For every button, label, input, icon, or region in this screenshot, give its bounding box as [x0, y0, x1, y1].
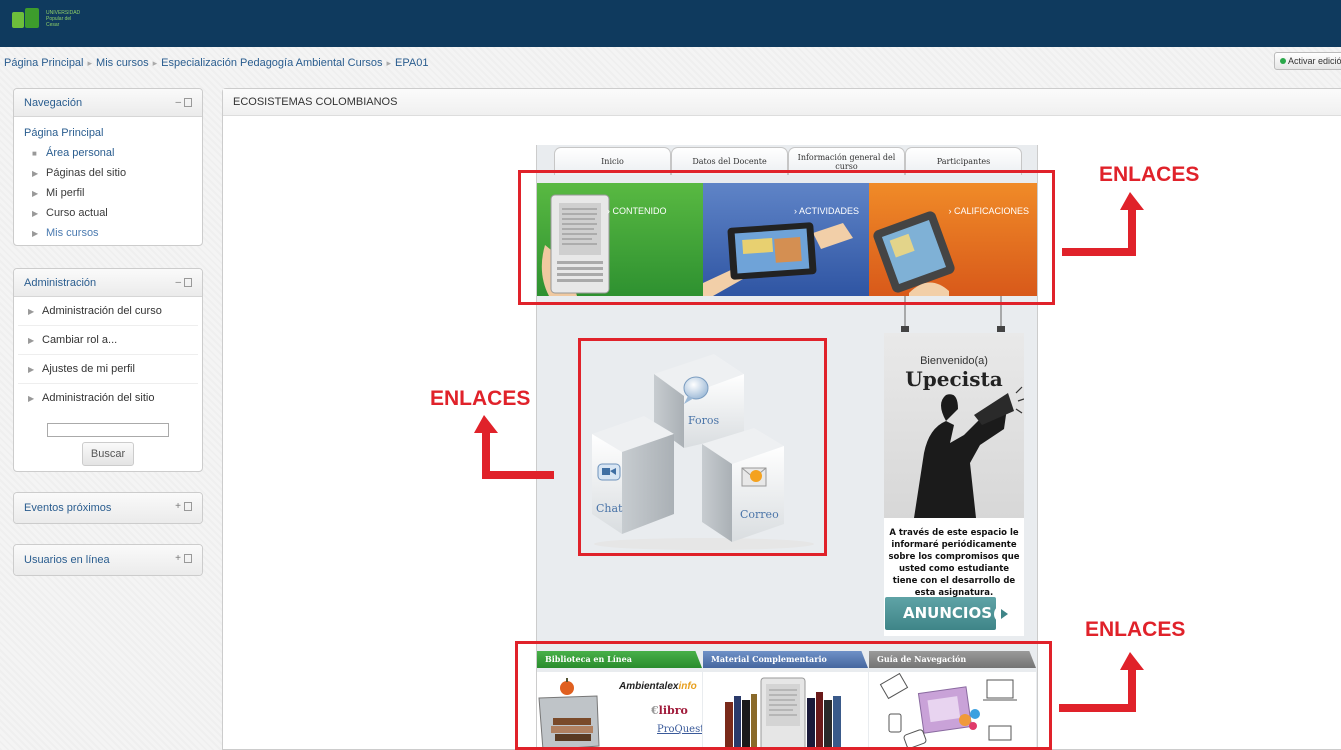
block-controls: –	[175, 97, 192, 108]
navigation-block-header[interactable]: Navegación –	[14, 89, 202, 117]
expand-arrow-icon: ▶	[32, 209, 39, 218]
expand-icon[interactable]: +	[175, 553, 181, 564]
online-users-block: Usuarios en línea +	[13, 544, 203, 576]
upcoming-events-block-header[interactable]: Eventos próximos +	[14, 493, 202, 523]
admin-search: Buscar	[14, 413, 202, 466]
expand-arrow-icon: ▶	[32, 169, 39, 178]
annotation-arrow-bottom-icon	[1059, 652, 1144, 712]
admin-item-profile-settings[interactable]: ▶ Ajustes de mi perfil	[18, 355, 198, 384]
administration-block: Administración – ▶ Administración del cur…	[13, 268, 203, 472]
anuncios-label: ANUNCIOS	[903, 604, 993, 622]
annotation-label-bottom: ENLACES	[1085, 618, 1186, 641]
breadcrumb-separator-icon: ▸	[87, 58, 93, 68]
admin-item-label: Ajustes de mi perfil	[42, 363, 135, 375]
annotation-arrow-top-icon	[1062, 192, 1144, 256]
nav-item-current-course[interactable]: ▶ Curso actual	[24, 203, 192, 223]
status-dot-icon	[1280, 58, 1286, 64]
breadcrumb-category[interactable]: Especialización Pedagogía Ambiental Curs…	[161, 57, 382, 69]
nav-item-label: Área personal	[46, 147, 115, 159]
highlight-box-resources	[515, 641, 1052, 750]
announcements-poster: Bienvenido(a) Upecista A través de este …	[884, 333, 1024, 636]
top-bar: UNIVERSIDAD Popular del Cesar	[0, 0, 1341, 47]
block-controls: –	[175, 277, 192, 288]
admin-search-input[interactable]	[47, 423, 169, 437]
admin-item-label: Administración del curso	[42, 305, 162, 317]
annotation-label-top: ENLACES	[1099, 163, 1200, 186]
online-users-block-title: Usuarios en línea	[24, 554, 110, 566]
expand-arrow-icon: ▶	[28, 365, 35, 374]
turn-editing-on-button[interactable]: Activar edición	[1274, 52, 1341, 70]
breadcrumb-course[interactable]: EPA01	[395, 57, 428, 69]
admin-item-course-administration[interactable]: ▶ Administración del curso	[18, 297, 198, 326]
nav-item-site-pages[interactable]: ▶ Páginas del sitio	[24, 163, 192, 183]
play-icon	[994, 605, 1012, 623]
search-button[interactable]: Buscar	[82, 442, 134, 466]
admin-item-site-administration[interactable]: ▶ Administración del sitio	[18, 384, 198, 413]
nav-item-home[interactable]: Página Principal	[24, 123, 192, 143]
poster-image: Bienvenido(a) Upecista	[884, 333, 1024, 518]
expand-arrow-icon: ▶	[28, 394, 35, 403]
upcoming-events-block-title: Eventos próximos	[24, 502, 112, 514]
nav-item-label: Mi perfil	[46, 187, 85, 199]
nav-item-my-profile[interactable]: ▶ Mi perfil	[24, 183, 192, 203]
admin-item-label: Cambiar rol a...	[42, 334, 118, 346]
breadcrumb: Página Principal ▸ Mis cursos ▸ Especializac…	[4, 57, 428, 69]
expand-arrow-icon: ▶	[32, 229, 39, 238]
breadcrumb-separator-icon: ▸	[152, 58, 158, 68]
logo-text: UNIVERSIDAD Popular del Cesar	[46, 10, 81, 28]
dock-icon[interactable]	[184, 277, 192, 287]
expand-arrow-icon: ▶	[28, 307, 35, 316]
square-bullet-icon: ■	[32, 149, 37, 158]
expand-arrow-icon: ▶	[32, 189, 39, 198]
nav-item-label: Páginas del sitio	[46, 167, 127, 179]
expand-arrow-icon: ▶	[28, 336, 35, 345]
breadcrumb-separator-icon: ▸	[386, 58, 392, 68]
breadcrumb-my-courses[interactable]: Mis cursos	[96, 57, 149, 69]
breadcrumb-home[interactable]: Página Principal	[4, 57, 84, 69]
course-section-title: ECOSISTEMAS COLOMBIANOS	[223, 89, 1341, 116]
nav-item-my-courses[interactable]: ▶ Mis cursos	[24, 223, 192, 243]
nav-item-label: Curso actual	[46, 207, 108, 219]
university-logo[interactable]: UNIVERSIDAD Popular del Cesar	[12, 8, 86, 30]
collapse-icon[interactable]: –	[175, 277, 181, 288]
highlight-box-banners	[518, 170, 1055, 305]
dock-icon[interactable]	[184, 553, 192, 563]
nav-item-dashboard[interactable]: ■ Área personal	[24, 143, 192, 163]
admin-item-label: Administración del sitio	[42, 392, 155, 404]
block-controls: +	[175, 501, 192, 512]
collapse-icon[interactable]: –	[175, 97, 181, 108]
highlight-box-communication	[578, 338, 827, 556]
poster-message: A través de este espacio le informaré pe…	[888, 528, 1020, 598]
nav-item-label: Mis cursos	[46, 227, 99, 239]
online-users-block-header[interactable]: Usuarios en línea +	[14, 545, 202, 575]
navigation-block-title: Navegación	[24, 97, 83, 109]
block-controls: +	[175, 553, 192, 564]
logo-icon	[12, 8, 42, 30]
nav-item-label: Página Principal	[24, 127, 104, 139]
annotation-label-middle: ENLACES	[430, 387, 531, 410]
megaphone-man-icon	[914, 386, 1024, 518]
admin-item-switch-role[interactable]: ▶ Cambiar rol a...	[18, 326, 198, 355]
administration-block-header[interactable]: Administración –	[14, 269, 202, 297]
annotation-arrow-middle-icon	[474, 415, 554, 479]
upcoming-events-block: Eventos próximos +	[13, 492, 203, 524]
dock-icon[interactable]	[184, 97, 192, 107]
edit-button-label: Activar edición	[1288, 56, 1341, 66]
dock-icon[interactable]	[184, 501, 192, 511]
expand-icon[interactable]: +	[175, 501, 181, 512]
navigation-block: Navegación – Página Principal ■ Área pers…	[13, 88, 203, 246]
anuncios-button[interactable]: ANUNCIOS	[885, 597, 1012, 630]
administration-block-title: Administración	[24, 277, 97, 289]
